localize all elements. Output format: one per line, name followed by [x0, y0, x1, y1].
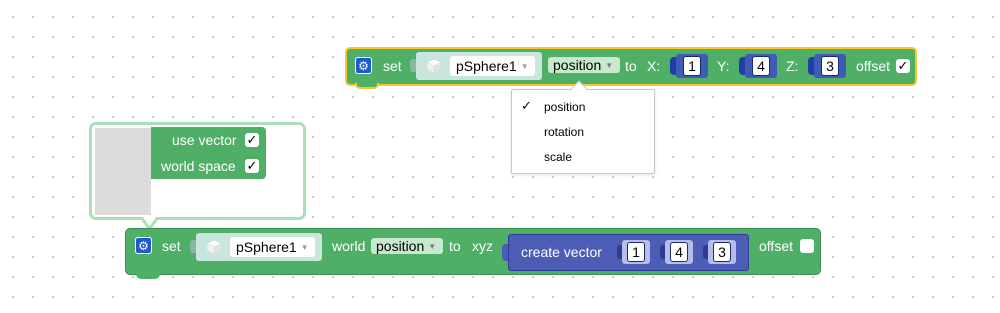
- cube-icon: [206, 239, 222, 255]
- create-vector-label: create vector: [521, 244, 602, 260]
- vector-x-number-block[interactable]: 1: [622, 240, 650, 264]
- object-name-field[interactable]: pSphere1 ▼: [230, 237, 315, 257]
- z-label: Z:: [786, 58, 799, 74]
- chevron-down-icon: ▼: [605, 60, 614, 70]
- vector-z-number-block[interactable]: 3: [708, 240, 736, 264]
- object-name: pSphere1: [456, 58, 517, 74]
- offset-checkbox[interactable]: ✓: [896, 59, 910, 73]
- to-label: to: [625, 58, 637, 74]
- vector-y-number-block[interactable]: 4: [665, 240, 693, 264]
- set-label: set: [383, 58, 402, 74]
- menu-item-rotation[interactable]: rotation: [544, 125, 584, 139]
- x-label: X:: [647, 58, 661, 74]
- z-number-block[interactable]: 3: [814, 54, 846, 78]
- menu-item-scale[interactable]: scale: [544, 150, 572, 164]
- property-dropdown[interactable]: position ▼: [371, 238, 443, 254]
- property-dropdown-value: position: [553, 57, 602, 73]
- offset-label: offset: [856, 58, 890, 74]
- gear-icon[interactable]: ⚙: [135, 237, 152, 254]
- block-next-connector: [136, 273, 160, 279]
- y-value-field[interactable]: 4: [752, 56, 770, 76]
- x-number-block[interactable]: 1: [676, 54, 708, 78]
- vector-y-field[interactable]: 4: [670, 242, 688, 262]
- object-slot[interactable]: pSphere1 ▼: [196, 233, 322, 261]
- x-value-field[interactable]: 1: [683, 56, 701, 76]
- object-slot[interactable]: pSphere1 ▼: [416, 52, 542, 80]
- offset-label: offset: [759, 238, 793, 254]
- world-space-checkbox[interactable]: ✓: [245, 159, 259, 173]
- chevron-down-icon: ▼: [520, 61, 529, 71]
- use-vector-label: use vector: [172, 132, 237, 148]
- chevron-down-icon: ▼: [300, 242, 309, 252]
- property-dropdown-value: position: [376, 238, 425, 254]
- check-icon: ✓: [521, 98, 532, 113]
- vector-z-field[interactable]: 3: [713, 242, 731, 262]
- chevron-down-icon: ▼: [428, 241, 437, 251]
- use-vector-checkbox[interactable]: ✓: [245, 133, 259, 147]
- object-name: pSphere1: [236, 239, 297, 255]
- y-number-block[interactable]: 4: [745, 54, 777, 78]
- y-label: Y:: [717, 58, 730, 74]
- world-label: world: [332, 238, 366, 254]
- offset-checkbox[interactable]: [800, 239, 814, 253]
- to-label: to: [449, 238, 461, 254]
- object-name-field[interactable]: pSphere1 ▼: [450, 56, 535, 76]
- cube-icon: [426, 58, 442, 74]
- set-label: set: [162, 238, 181, 254]
- mutator-flyout-area: [95, 128, 151, 215]
- xyz-label: xyz: [472, 238, 493, 254]
- vector-x-field[interactable]: 1: [627, 242, 645, 262]
- world-space-label: world space: [161, 158, 236, 174]
- gear-icon[interactable]: ⚙: [355, 57, 372, 74]
- menu-item-position[interactable]: position: [544, 100, 585, 114]
- property-dropdown[interactable]: position ▼: [548, 57, 620, 73]
- z-value-field[interactable]: 3: [821, 56, 839, 76]
- block-next-connector: [355, 83, 379, 89]
